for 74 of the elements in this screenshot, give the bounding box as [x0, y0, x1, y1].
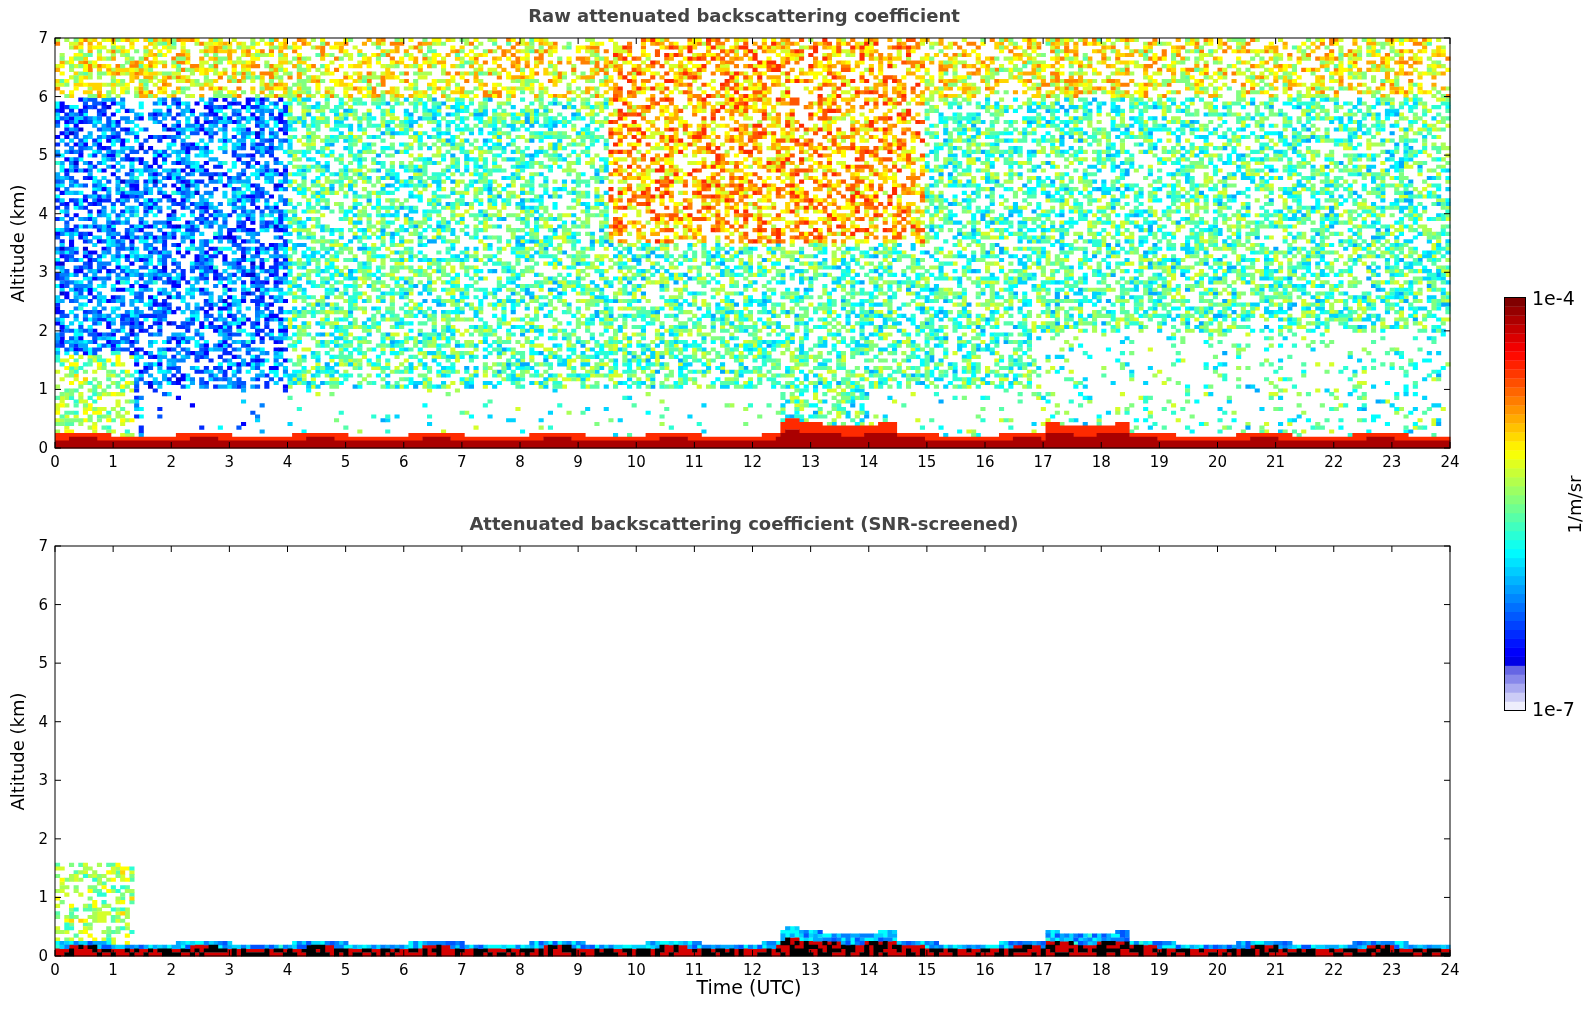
axis-label: Altitude (km)	[6, 691, 28, 811]
tick-label: 9	[573, 961, 583, 979]
tick-label: 4	[38, 712, 48, 731]
tick-label: 1	[38, 888, 48, 907]
tick-label: 23	[1382, 453, 1402, 471]
tick-label: 5	[38, 654, 48, 673]
tick-label: 8	[515, 961, 525, 979]
tick-label: 10	[626, 453, 646, 471]
tick-label: 17	[1033, 453, 1053, 471]
tick-label: 0	[38, 947, 48, 965]
tick-label: 10	[626, 961, 646, 979]
tick-label: 3	[224, 453, 235, 471]
tick-label: 6	[399, 961, 409, 979]
plot-title: Attenuated backscattering coefficient (SNR-screened)	[469, 512, 1019, 534]
tick-label: 16	[975, 961, 995, 979]
tick-label: 7	[457, 961, 467, 979]
tick-label: 13	[801, 453, 821, 471]
tick-label: 18	[1091, 453, 1111, 471]
tick-label: 18	[1091, 961, 1111, 979]
tick-label: 12	[742, 961, 763, 979]
tick-label: 0	[38, 439, 48, 457]
tick-label: 22	[1324, 961, 1344, 979]
tick-label: 3	[38, 771, 48, 790]
tick-label: 7	[457, 453, 467, 471]
tick-label: 19	[1149, 453, 1169, 471]
tick-label: 14	[859, 961, 879, 979]
tick-label: 4	[282, 961, 293, 979]
tick-label: 5	[340, 961, 351, 979]
tick-label: 3	[38, 263, 48, 282]
tick-label: 2	[166, 453, 176, 471]
tick-label: 9	[573, 453, 583, 471]
tick-label: 3	[224, 961, 235, 979]
tick-label: 1	[108, 453, 118, 471]
tick-label: 15	[917, 453, 937, 471]
tick-label: 1	[38, 380, 48, 399]
tick-label: 16	[975, 453, 995, 471]
plot-title: Raw attenuated backscattering coefficient	[528, 4, 960, 26]
tick-label: 6	[38, 87, 48, 106]
tick-label: 2	[166, 961, 176, 979]
tick-label: 11	[684, 453, 704, 471]
tick-label: 11	[684, 961, 704, 979]
tick-label: 2	[38, 829, 48, 848]
axis-label: Time (UTC)	[696, 976, 802, 998]
tick-label: 1	[108, 961, 118, 979]
tick-label: 19	[1149, 961, 1169, 979]
tick-label: 5	[38, 146, 48, 165]
tick-label: 4	[38, 204, 48, 223]
tick-label: 13	[801, 961, 821, 979]
colorbar-title: 1/m/sr	[1564, 475, 1586, 533]
tick-label: 20	[1207, 961, 1228, 979]
tick-label: 21	[1266, 961, 1286, 979]
tick-label: 14	[859, 453, 879, 471]
tick-label: 22	[1324, 453, 1344, 471]
tick-label: 24	[1440, 453, 1460, 471]
tick-label: 2	[38, 321, 48, 340]
colorbar-label: 1e-7	[1532, 700, 1575, 719]
tick-label: 23	[1382, 961, 1402, 979]
tick-label: 15	[917, 961, 937, 979]
tick-label: 24	[1440, 961, 1460, 979]
tick-label: 20	[1207, 453, 1228, 471]
tick-label: 8	[515, 453, 525, 471]
tick-label: 0	[50, 961, 60, 979]
tick-label: 12	[742, 453, 763, 471]
tick-label: 0	[50, 453, 60, 471]
tick-label: 6	[399, 453, 409, 471]
tick-label: 6	[38, 595, 48, 614]
tick-label: 7	[38, 30, 48, 47]
tick-label: 17	[1033, 961, 1053, 979]
tick-label: 21	[1266, 453, 1286, 471]
axis-label: Altitude (km)	[6, 183, 28, 303]
tick-label: 4	[282, 453, 293, 471]
colorbar-label: 1e-4	[1532, 289, 1575, 308]
tick-label: 5	[340, 453, 351, 471]
tick-label: 7	[38, 538, 48, 555]
